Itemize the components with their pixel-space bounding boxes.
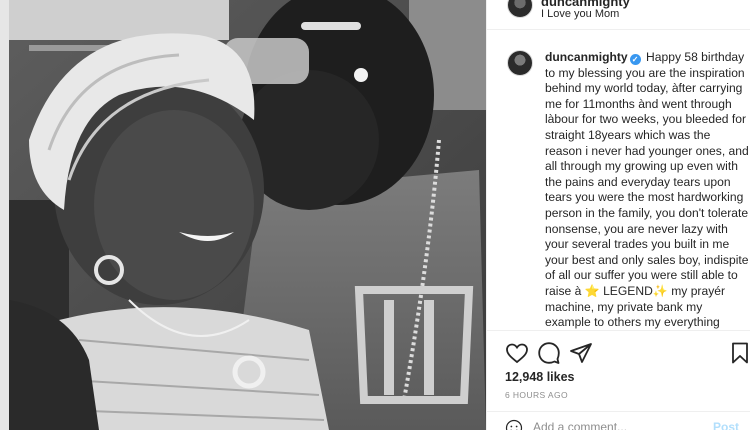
verified-badge-icon: ✓ <box>629 54 641 65</box>
caption-body: Happy 58 birthday to my blessing you are… <box>545 50 749 330</box>
header-avatar[interactable] <box>507 0 533 18</box>
caption-username[interactable]: duncanmighty <box>545 50 628 64</box>
post-header: duncanmighty I Love you Mom <box>487 0 750 30</box>
comment-input[interactable] <box>533 420 683 430</box>
caption-section: duncanmighty ✓ Happy 58 birthday to my bl… <box>487 40 750 330</box>
post-timestamp[interactable]: 6 HOURS AGO <box>505 390 568 400</box>
like-count[interactable]: 12,948 likes <box>505 370 575 384</box>
caption-avatar[interactable] <box>507 50 533 76</box>
comment-box: Post <box>487 411 750 430</box>
smiley-icon[interactable] <box>505 419 523 430</box>
post-window: duncanmighty I Love you Mom duncanmighty… <box>9 0 750 430</box>
post-comment-button[interactable]: Post <box>713 420 739 430</box>
caption-text: duncanmighty ✓ Happy 58 birthday to my bl… <box>545 50 749 330</box>
photo-image <box>9 0 486 430</box>
comment-icon[interactable] <box>537 341 561 365</box>
bookmark-icon[interactable] <box>728 341 750 365</box>
share-icon[interactable] <box>569 341 593 365</box>
post-photo[interactable] <box>9 0 486 430</box>
post-sidebar: duncanmighty I Love you Mom duncanmighty… <box>486 0 750 430</box>
post-actions: 12,948 likes 6 HOURS AGO Post <box>487 330 750 430</box>
heart-icon[interactable] <box>505 341 529 365</box>
header-caption: I Love you Mom <box>541 8 620 20</box>
